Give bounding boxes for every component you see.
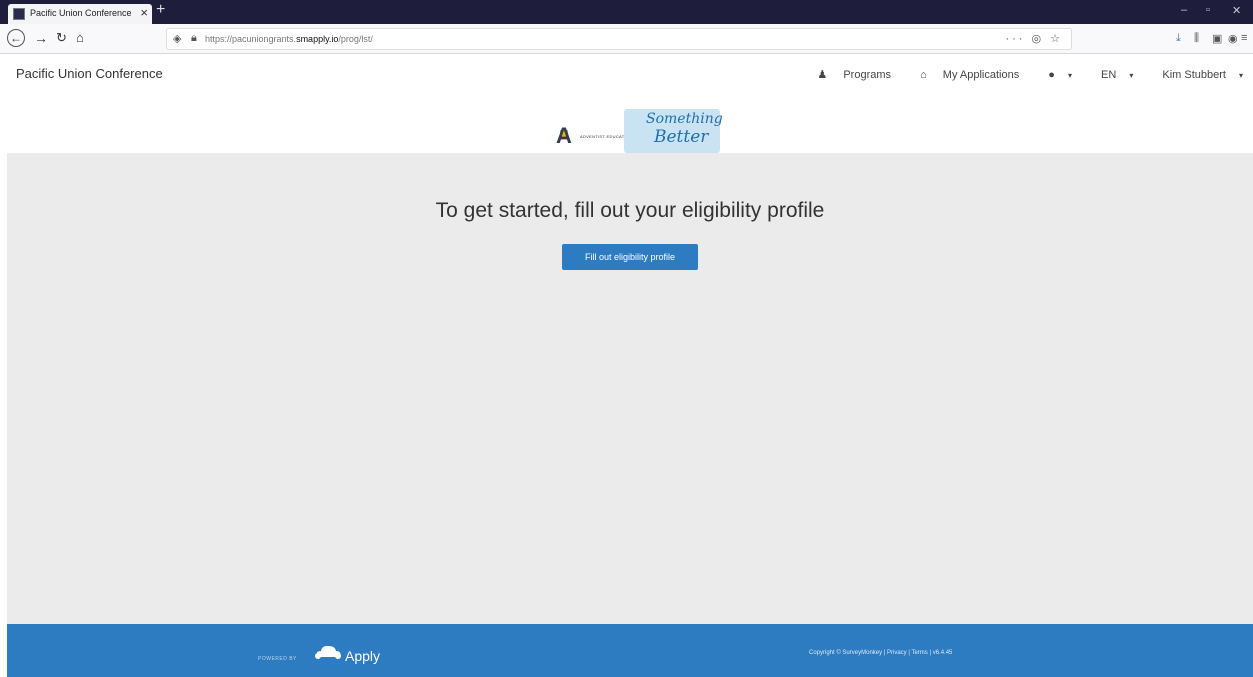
programs-icon: ♟︎ <box>817 69 828 81</box>
nav-my-applications-label: My Applications <box>942 69 1020 81</box>
home-icon[interactable]: ⌂ <box>76 30 84 45</box>
main-content: To get started, fill out your eligibilit… <box>7 153 1253 624</box>
powered-by-label: POWERED BY <box>258 656 297 662</box>
lock-icon[interactable]: 🔒︎ <box>191 32 197 45</box>
forward-icon[interactable]: → <box>34 30 48 46</box>
site-nav-links: ♟︎ Programs ⌂ My Applications ● ▾ EN ▾ Kim… <box>791 68 1243 81</box>
copyright-text[interactable]: Copyright © SurveyMonkey | Privacy | Ter… <box>809 650 952 656</box>
logo-tagline-2: Better <box>654 127 709 147</box>
user-menu[interactable]: Kim Stubbert ▾ <box>1149 69 1243 81</box>
new-tab-icon[interactable]: + <box>156 1 165 19</box>
site-brand[interactable]: Pacific Union Conference <box>16 66 163 81</box>
language-label: EN <box>1101 69 1117 81</box>
favicon-icon <box>13 8 25 20</box>
user-name: Kim Stubbert <box>1162 69 1226 81</box>
back-icon[interactable]: ← <box>7 29 25 47</box>
language-dropdown[interactable]: EN ▾ <box>1088 69 1133 81</box>
help-dropdown[interactable]: ● ▾ <box>1035 69 1072 81</box>
browser-toolbar: ← → ↻ ⌂ ◈ 🔒︎ https://pacuniongrants.smap… <box>0 24 1253 54</box>
account-icon[interactable]: ◉ <box>1228 32 1238 45</box>
library-icon[interactable]: ⫼ <box>1194 32 1199 45</box>
chevron-down-icon: ▾ <box>1129 71 1134 80</box>
logo-band: A ADVENTIST EDUCATION Something Better <box>0 93 1253 153</box>
browser-window: Pacific Union Conference × + – ▫ ✕ ← → ↻… <box>0 0 1253 677</box>
page-heading: To get started, fill out your eligibilit… <box>435 199 825 222</box>
chevron-down-icon: ▾ <box>1238 71 1243 80</box>
info-icon: ● <box>1048 69 1055 81</box>
window-close-icon[interactable]: ✕ <box>1232 4 1241 17</box>
nav-my-applications[interactable]: ⌂ My Applications <box>907 69 1019 81</box>
page-actions-icon[interactable]: ··· ◎ ☆ <box>1005 32 1063 45</box>
nav-programs[interactable]: ♟︎ Programs <box>804 69 891 81</box>
download-icon[interactable]: ⤓ <box>1176 32 1181 45</box>
nav-programs-label: Programs <box>843 69 892 81</box>
logo-tagline-1: Something <box>646 111 723 127</box>
logo-a-icon: A <box>556 123 572 148</box>
fill-eligibility-profile-button[interactable]: Fill out eligibility profile <box>562 244 698 270</box>
adventist-education-logo: A ADVENTIST EDUCATION Something Better <box>554 101 724 153</box>
restore-icon[interactable]: ▫ <box>1206 4 1210 16</box>
tracking-shield-icon[interactable]: ◈ <box>173 32 181 45</box>
apply-brand[interactable]: Apply <box>345 648 380 664</box>
url-text[interactable]: https://pacuniongrants.smapply.io/prog/l… <box>205 34 373 44</box>
apply-cloud-icon <box>315 645 341 659</box>
close-tab-icon[interactable]: × <box>140 5 148 20</box>
home-icon: ⌂ <box>920 69 927 81</box>
browser-tab[interactable]: Pacific Union Conference × <box>8 4 152 24</box>
site-footer: POWERED BY Apply Copyright © SurveyMonke… <box>7 624 1253 677</box>
address-bar[interactable]: ◈ 🔒︎ https://pacuniongrants.smapply.io/p… <box>166 28 1072 50</box>
reload-icon[interactable]: ↻ <box>56 30 67 46</box>
tab-title: Pacific Union Conference <box>30 8 132 18</box>
menu-icon[interactable]: ≡ <box>1241 32 1247 44</box>
chevron-down-icon: ▾ <box>1067 71 1072 80</box>
tab-bar: Pacific Union Conference × + – ▫ ✕ <box>0 0 1253 24</box>
sidebar-icon[interactable]: ▣ <box>1212 32 1222 45</box>
site-header: Pacific Union Conference ♟︎ Programs ⌂ M… <box>0 55 1253 93</box>
minimize-icon[interactable]: – <box>1181 4 1187 16</box>
